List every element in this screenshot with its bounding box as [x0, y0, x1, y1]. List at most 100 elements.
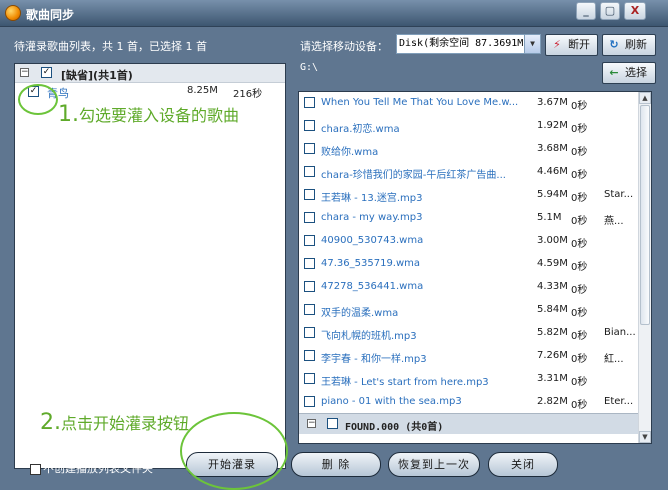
song-size: 3.67M [537, 97, 568, 108]
no-playlist-option[interactable]: 不创建播放列表文件夹 [30, 460, 153, 476]
annotation-step1: 1.勾选要灌入设备的歌曲 [58, 102, 239, 127]
table-row[interactable]: 王若琳 - 13.迷宫.mp3 5.94M 0秒 Star... [299, 184, 639, 207]
table-row[interactable]: chara - my way.mp3 5.1M 0秒 燕... [299, 207, 639, 230]
song-checkbox[interactable] [304, 281, 315, 292]
song-size: 5.82M [537, 327, 568, 338]
song-duration: 0秒 [571, 331, 588, 342]
song-name: chara.初恋.wma [321, 124, 400, 135]
song-name: 40900_530743.wma [321, 235, 424, 246]
restore-button[interactable]: ▢ [600, 2, 620, 20]
song-duration: 0秒 [571, 354, 588, 365]
song-checkbox[interactable] [304, 212, 315, 223]
group-checkbox[interactable] [327, 418, 338, 429]
group-checkbox[interactable]: ✓ [41, 67, 52, 78]
scroll-thumb[interactable] [640, 105, 650, 325]
table-row[interactable]: chara.初恋.wma 1.92M 0秒 [299, 115, 639, 138]
restore-last-button[interactable]: 恢复到上一次 [388, 452, 480, 477]
close-button[interactable]: 关闭 [488, 452, 558, 477]
song-duration: 0秒 [571, 400, 588, 411]
song-duration: 0秒 [571, 377, 588, 388]
table-row[interactable]: chara-珍惜我们的家园-午后红茶广告曲... 4.46M 0秒 [299, 161, 639, 184]
song-checkbox[interactable] [304, 396, 315, 407]
pending-status-text: 待灌录歌曲列表，共 1 首，已选择 1 首 [14, 40, 207, 53]
disconnect-button[interactable]: ⚡ 断开 [545, 34, 598, 56]
song-checkbox[interactable] [304, 350, 315, 361]
song-size: 4.59M [537, 258, 568, 269]
table-row[interactable]: 王若琳 - Let's start from here.mp3 3.31M 0秒 [299, 368, 639, 391]
table-row[interactable]: When You Tell Me That You Love Me.w... 3.… [299, 92, 639, 115]
select-button[interactable]: ← 选择 [602, 62, 656, 84]
scroll-up-icon[interactable]: ▲ [639, 92, 651, 104]
song-checkbox[interactable] [304, 304, 315, 315]
collapse-icon[interactable]: − [20, 68, 29, 77]
song-size: 3.00M [537, 235, 568, 246]
song-duration: 0秒 [571, 170, 588, 181]
disconnect-button-label: 断开 [568, 38, 590, 51]
table-row[interactable]: 败给你.wma 3.68M 0秒 [299, 138, 639, 161]
refresh-icon: ↻ [609, 38, 619, 51]
annotation-circle-checkbox [18, 84, 58, 115]
select-button-label: 选择 [625, 66, 647, 79]
song-checkbox[interactable] [304, 235, 315, 246]
song-checkbox[interactable] [304, 166, 315, 177]
song-name: 败给你.wma [321, 147, 379, 158]
song-name: 王若琳 - Let's start from here.mp3 [321, 377, 489, 388]
window-title: 歌曲同步 [26, 8, 75, 22]
song-size: 2.82M [537, 396, 568, 407]
annotation-circle-start [180, 412, 288, 490]
song-name: 47278_536441.wma [321, 281, 424, 292]
song-size: 4.33M [537, 281, 568, 292]
annotation-step2: 2.点击开始灌录按钮 [40, 410, 189, 435]
annotation-step2-text: 点击开始灌录按钮 [61, 414, 190, 433]
song-duration: 0秒 [571, 239, 588, 250]
song-checkbox[interactable] [304, 189, 315, 200]
table-row[interactable]: 飞向札幌的班机.mp3 5.82M 0秒 Bian... [299, 322, 639, 345]
song-name: chara - my way.mp3 [321, 212, 423, 223]
song-name: chara-珍惜我们的家园-午后红茶广告曲... [321, 170, 506, 181]
collapse-icon[interactable]: − [307, 419, 316, 428]
group-header-found[interactable]: − FOUND.000 (共0首) [299, 413, 639, 434]
table-row[interactable]: 47.36_535719.wma 4.59M 0秒 [299, 253, 639, 276]
device-song-list: When You Tell Me That You Love Me.w... 3.… [299, 92, 639, 414]
device-select-label: 请选择移动设备： [300, 40, 388, 53]
table-row[interactable]: 双手的温柔.wma 5.84M 0秒 [299, 299, 639, 322]
song-name: When You Tell Me That You Love Me.w... [321, 97, 519, 108]
song-duration: 0秒 [571, 124, 588, 135]
song-size: 5.1M [537, 212, 562, 223]
app-logo-icon [5, 5, 21, 21]
main-area: 待灌录歌曲列表，共 1 首，已选择 1 首 请选择移动设备： Disk(剩余空间… [0, 28, 668, 490]
song-checkbox[interactable] [304, 373, 315, 384]
minimize-button[interactable]: _ [576, 2, 596, 20]
song-size: 4.46M [537, 166, 568, 177]
song-size: 1.92M [537, 120, 568, 131]
song-size: 5.94M [537, 189, 568, 200]
delete-button[interactable]: 删 除 [291, 452, 381, 477]
no-playlist-label: 不创建播放列表文件夹 [43, 462, 153, 475]
song-name: 47.36_535719.wma [321, 258, 421, 269]
song-checkbox[interactable] [304, 97, 315, 108]
song-duration: 0秒 [571, 262, 588, 273]
song-checkbox[interactable] [304, 120, 315, 131]
scroll-down-icon[interactable]: ▼ [639, 431, 651, 443]
device-select-value: Disk(剩余空间 87.3691M [399, 38, 524, 49]
song-checkbox[interactable] [304, 327, 315, 338]
chevron-down-icon[interactable]: ▼ [524, 35, 540, 53]
song-artist: 燕... [604, 216, 624, 227]
annotation-step1-number: 1. [58, 102, 79, 127]
group-header-default[interactable]: − ✓ [缺省](共1首) [15, 64, 285, 83]
table-row[interactable]: piano - 01 with the sea.mp3 2.82M 0秒 Eter..… [299, 391, 639, 414]
device-select[interactable]: Disk(剩余空间 87.3691M ▼ [396, 34, 541, 54]
table-row[interactable]: 47278_536441.wma 4.33M 0秒 [299, 276, 639, 299]
no-playlist-checkbox[interactable] [30, 463, 41, 475]
refresh-button[interactable]: ↻ 刷新 [602, 34, 656, 56]
close-window-button[interactable]: X [624, 2, 646, 20]
table-row[interactable]: 李宇春 - 和你一样.mp3 7.26M 0秒 紅... [299, 345, 639, 368]
song-checkbox[interactable] [304, 258, 315, 269]
refresh-button-label: 刷新 [625, 38, 647, 51]
table-row[interactable]: 40900_530743.wma 3.00M 0秒 [299, 230, 639, 253]
annotation-step2-number: 2. [40, 410, 61, 435]
song-size: 5.84M [537, 304, 568, 315]
song-duration: 0秒 [571, 101, 588, 112]
scrollbar[interactable]: ▲ ▼ [638, 92, 651, 443]
song-checkbox[interactable] [304, 143, 315, 154]
